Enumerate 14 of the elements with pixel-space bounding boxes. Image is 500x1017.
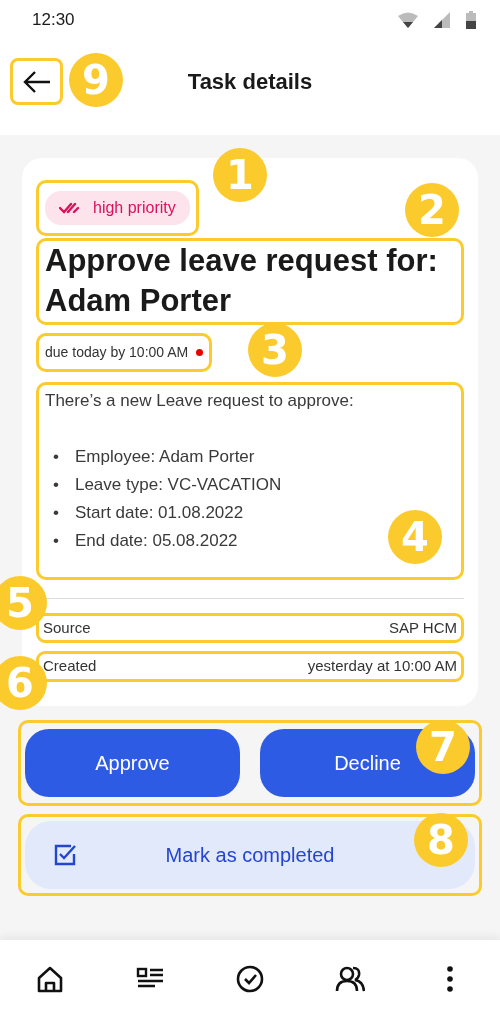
battery-icon <box>466 11 476 29</box>
double-check-icon <box>59 201 81 215</box>
priority-tag: high priority <box>45 191 190 225</box>
checkbox-icon <box>53 842 77 867</box>
due-date: due today by 10:00 AM <box>36 332 213 372</box>
signal-icon <box>434 12 450 28</box>
back-arrow-icon <box>21 69 52 94</box>
page-title: Task details <box>187 68 313 96</box>
check-circle-icon[interactable] <box>235 963 265 994</box>
status-time: 12:30 <box>32 9 75 32</box>
approve-button[interactable]: Approve <box>25 728 240 797</box>
wifi-icon <box>398 12 418 28</box>
task-title: Approve leave request for: Adam Porter <box>36 238 464 325</box>
back-button[interactable] <box>10 58 63 105</box>
